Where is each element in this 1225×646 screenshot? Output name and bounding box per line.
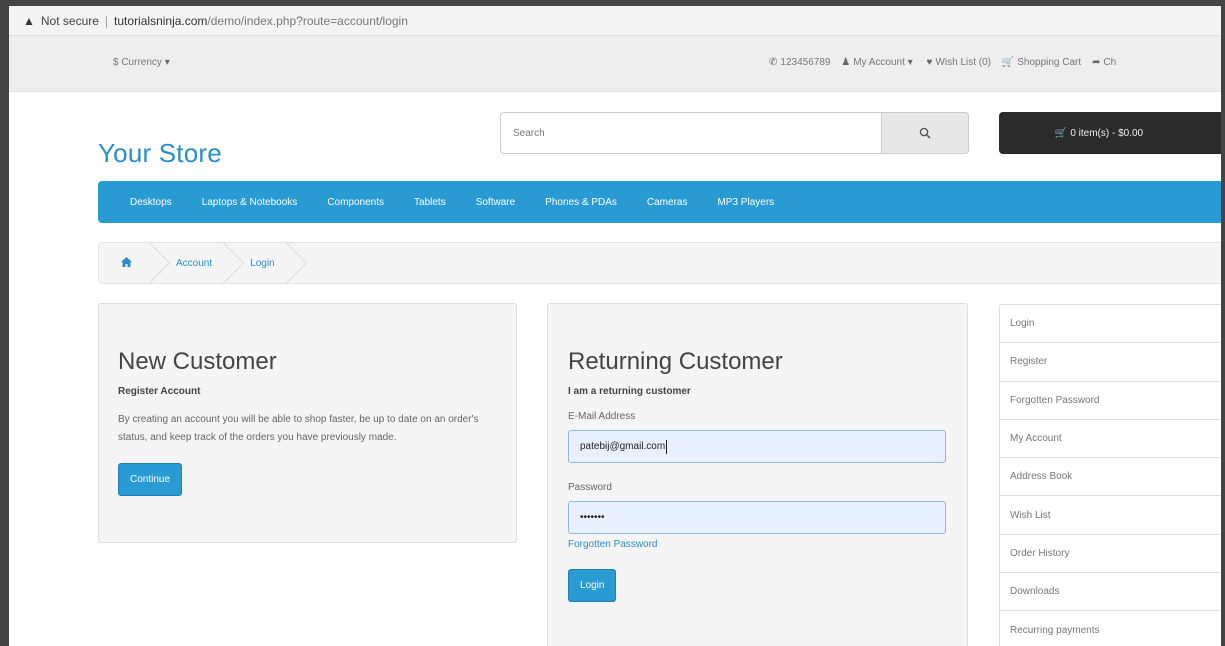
main-menu: Desktops Laptops & Notebooks Components … <box>98 181 1221 223</box>
menu-item-laptops-notebooks[interactable]: Laptops & Notebooks <box>202 197 298 208</box>
caret-down-icon: ▾ <box>907 57 913 68</box>
checkout-link[interactable]: ➦ Ch <box>1092 57 1116 68</box>
url-text[interactable]: tutorialsninja.com/demo/index.php?route=… <box>114 14 408 28</box>
password-label: Password <box>568 482 612 493</box>
new-customer-panel: New Customer Register Account By creatin… <box>98 303 517 543</box>
phone-number: 123456789 <box>780 57 831 68</box>
returning-customer-title: Returning Customer <box>568 348 783 375</box>
cart-button[interactable]: 🛒 0 item(s) - $0.00 <box>999 112 1221 154</box>
url-path: /demo/index.php?route=account/login <box>207 13 408 28</box>
returning-customer-panel: Returning Customer I am a returning cust… <box>547 303 968 646</box>
wish-list-label: Wish List (0) <box>935 57 991 68</box>
top-links: ✆ 123456789 ♟ My Account ▾ ♥ Wish List (0) … <box>769 57 1124 68</box>
menu-item-tablets[interactable]: Tablets <box>414 197 446 208</box>
search-icon <box>919 127 931 139</box>
browser-frame: ▲ Not secure | tutorialsninja.com/demo/i… <box>0 0 1225 646</box>
search-input[interactable] <box>500 112 881 154</box>
user-icon: ♟ <box>841 57 851 68</box>
my-account-dropdown[interactable]: ♟ My Account ▾ <box>841 57 915 68</box>
url-host: tutorialsninja.com <box>114 13 208 28</box>
checkout-label: Ch <box>1103 57 1117 68</box>
currency-dropdown[interactable]: $ Currency ▾ <box>113 57 173 68</box>
menu-item-mp3-players[interactable]: MP3 Players <box>717 197 774 208</box>
breadcrumb-login-label: Login <box>250 257 275 269</box>
menu-item-components[interactable]: Components <box>327 197 384 208</box>
search-button[interactable] <box>881 112 969 154</box>
top-bar: $ Currency ▾ ✆ 123456789 ♟ My Account ▾ ♥ W… <box>9 36 1221 92</box>
address-separator: | <box>104 13 109 28</box>
security-label: Not secure <box>40 13 99 28</box>
cart-icon: 🛒 <box>1054 127 1068 139</box>
account-list-item-wish-list[interactable]: Wish List <box>1000 496 1221 535</box>
account-list-item-my-account[interactable]: My Account <box>1000 420 1221 459</box>
password-field[interactable]: ••••••• <box>568 501 946 534</box>
search-bar <box>500 112 969 154</box>
home-icon <box>121 256 132 270</box>
phone-link[interactable]: ✆ 123456789 <box>769 57 830 68</box>
login-button[interactable]: Login <box>568 569 617 602</box>
breadcrumb-home[interactable] <box>99 243 156 283</box>
my-account-label: My Account <box>853 57 905 68</box>
forgotten-password-link[interactable]: Forgotten Password <box>568 539 947 550</box>
email-value: patebij@gmail.com <box>580 441 666 452</box>
shopping-cart-link[interactable]: 🛒 Shopping Cart <box>1002 57 1081 68</box>
continue-button[interactable]: Continue <box>118 463 183 496</box>
phone-icon: ✆ <box>769 57 778 68</box>
menu-item-cameras[interactable]: Cameras <box>647 197 688 208</box>
wish-list-link[interactable]: ♥ Wish List (0) <box>927 57 992 68</box>
currency-label: $ Currency <box>113 57 162 68</box>
account-list-item-order-history[interactable]: Order History <box>1000 535 1221 574</box>
new-customer-description: By creating an account you will be able … <box>118 414 479 443</box>
text-cursor <box>666 439 668 454</box>
password-value: ••••••• <box>580 512 605 523</box>
account-list-item-login[interactable]: Login <box>1000 305 1221 344</box>
new-customer-title: New Customer <box>118 348 277 375</box>
share-icon: ➦ <box>1091 57 1101 68</box>
menu-item-phones-pdas[interactable]: Phones & PDAs <box>545 197 617 208</box>
menu-item-software[interactable]: Software <box>476 197 515 208</box>
account-list-item-downloads[interactable]: Downloads <box>1000 573 1221 612</box>
returning-customer-subtitle: I am a returning customer <box>568 386 691 397</box>
caret-down-icon: ▾ <box>164 57 170 68</box>
shopping-cart-label: Shopping Cart <box>1017 57 1082 68</box>
email-field[interactable]: patebij@gmail.com <box>568 430 946 463</box>
account-list-item-address-book[interactable]: Address Book <box>1000 458 1221 497</box>
email-label: E-Mail Address <box>568 411 636 422</box>
account-list-item-forgotten-password[interactable]: Forgotten Password <box>1000 382 1221 420</box>
store-logo[interactable]: Your Store <box>98 138 222 169</box>
menu-item-desktops[interactable]: Desktops <box>130 197 172 208</box>
register-account-heading: Register Account <box>118 386 201 397</box>
warning-icon: ▲ <box>23 13 35 28</box>
account-sidebar-list: Login Register Forgotten Password My Acc… <box>999 304 1221 646</box>
address-bar[interactable]: ▲ Not secure | tutorialsninja.com/demo/i… <box>9 6 1221 36</box>
breadcrumb: Account Login <box>98 242 1221 284</box>
cart-icon: 🛒 <box>1001 57 1015 68</box>
heart-icon: ♥ <box>926 57 933 68</box>
account-list-item-recurring-payments[interactable]: Recurring payments <box>1000 611 1221 646</box>
cart-summary: 0 item(s) - $0.00 <box>1070 127 1144 139</box>
breadcrumb-account-label: Account <box>176 257 213 269</box>
account-list-item-register[interactable]: Register <box>1000 343 1221 382</box>
